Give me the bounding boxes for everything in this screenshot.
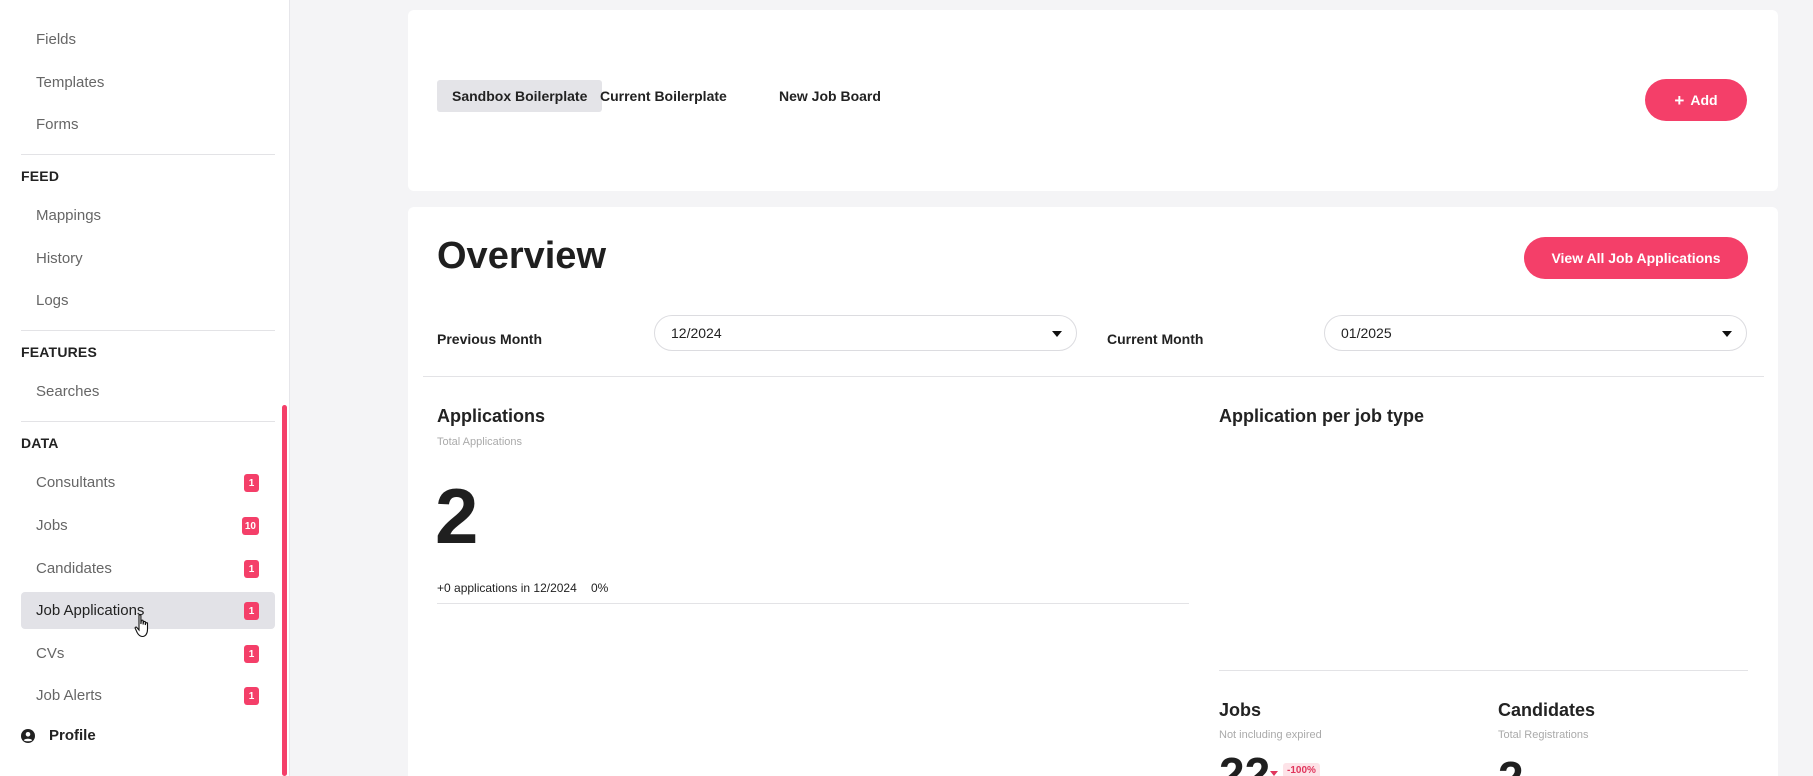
sidebar-divider	[21, 154, 275, 155]
sidebar-item-candidates[interactable]: Candidates 1	[21, 550, 275, 587]
previous-month-value: 12/2024	[671, 325, 722, 341]
tab-new-job-board[interactable]: New Job Board	[764, 80, 896, 112]
sidebar-item-label: Jobs	[36, 517, 68, 534]
sidebar-item-label: Job Alerts	[36, 687, 102, 704]
section-divider	[423, 376, 1764, 377]
page-title: Overview	[437, 235, 606, 277]
sidebar-item-fields[interactable]: Fields	[21, 21, 275, 58]
count-badge: 10	[241, 517, 259, 535]
current-month-select[interactable]: 01/2025	[1324, 315, 1747, 351]
trend-down-icon	[1270, 771, 1278, 776]
view-all-job-applications-button[interactable]: View All Job Applications	[1524, 237, 1748, 279]
previous-month-select[interactable]: 12/2024	[654, 315, 1077, 351]
job-type-divider	[1219, 670, 1748, 671]
sidebar-item-label: CVs	[36, 645, 65, 662]
candidates-count: 2	[1498, 755, 1524, 776]
sidebar-item-cvs[interactable]: CVs 1	[21, 635, 275, 672]
applications-change-text: +0 applications in 12/2024	[437, 581, 577, 595]
sidebar-item-label: Mappings	[36, 207, 102, 224]
sidebar: Fields Templates Forms FEED Mappings His…	[0, 0, 290, 776]
current-month-label: Current Month	[1107, 331, 1204, 347]
sidebar-item-templates[interactable]: Templates	[21, 64, 275, 101]
sidebar-item-job-alerts[interactable]: Job Alerts 1	[21, 677, 275, 714]
caret-down-icon	[1722, 331, 1732, 337]
hand-pointer-icon	[134, 614, 149, 638]
applications-divider	[437, 603, 1189, 604]
section-title-data: DATA	[21, 435, 59, 451]
applications-count: 2	[435, 472, 479, 560]
job-type-title: Application per job type	[1219, 406, 1425, 426]
sidebar-item-searches[interactable]: Searches	[21, 373, 275, 410]
sidebar-item-logs[interactable]: Logs	[21, 282, 275, 319]
applications-title: Applications	[437, 406, 546, 426]
sidebar-divider	[21, 330, 275, 331]
profile-link[interactable]: Profile	[21, 727, 96, 744]
candidates-title: Candidates	[1498, 700, 1596, 720]
sidebar-item-mappings[interactable]: Mappings	[21, 197, 275, 234]
count-badge: 1	[244, 560, 259, 578]
jobs-change-badge: -100%	[1283, 763, 1320, 776]
jobs-title: Jobs	[1219, 700, 1262, 720]
jobs-count: 22	[1219, 748, 1271, 776]
applications-subtitle: Total Applications	[437, 436, 522, 448]
section-title-features: FEATURES	[21, 344, 98, 360]
job-boards-card: Sandbox Boilerplate Current Boilerplate …	[408, 10, 1778, 191]
jobs-subtitle: Not including expired	[1219, 729, 1322, 741]
sidebar-item-consultants[interactable]: Consultants 1	[21, 464, 275, 501]
sidebar-item-label: Templates	[36, 74, 105, 91]
sidebar-item-label: Logs	[36, 292, 69, 309]
sidebar-item-jobs[interactable]: Jobs 10	[21, 507, 275, 544]
sidebar-item-label: Fields	[36, 31, 77, 48]
sidebar-item-label: Searches	[36, 383, 100, 400]
tab-current-boilerplate[interactable]: Current Boilerplate	[585, 80, 742, 112]
tab-sandbox-boilerplate[interactable]: Sandbox Boilerplate	[437, 80, 603, 112]
sidebar-divider	[21, 421, 275, 422]
user-circle-icon	[21, 728, 35, 743]
add-button-label: Add	[1690, 92, 1718, 108]
candidates-subtitle: Total Registrations	[1498, 729, 1589, 741]
sidebar-item-label: Forms	[36, 116, 79, 133]
overview-card: Overview View All Job Applications Previ…	[408, 207, 1778, 776]
count-badge: 1	[244, 687, 259, 705]
sidebar-item-label: History	[36, 250, 83, 267]
sidebar-item-history[interactable]: History	[21, 240, 275, 277]
current-month-value: 01/2025	[1341, 325, 1392, 341]
count-badge: 1	[244, 645, 259, 663]
count-badge: 1	[244, 602, 259, 620]
sidebar-item-label: Candidates	[36, 560, 112, 577]
caret-down-icon	[1052, 331, 1062, 337]
section-title-feed: FEED	[21, 168, 60, 184]
previous-month-label: Previous Month	[437, 331, 543, 347]
sidebar-item-label: Consultants	[36, 474, 116, 491]
count-badge: 1	[244, 474, 259, 492]
profile-label: Profile	[49, 727, 96, 744]
plus-icon: +	[1674, 90, 1685, 110]
sidebar-item-forms[interactable]: Forms	[21, 106, 275, 143]
add-board-button[interactable]: + Add	[1645, 79, 1747, 121]
applications-change-percent: 0%	[591, 581, 609, 595]
sidebar-scrollbar[interactable]	[282, 405, 287, 776]
sidebar-item-label: Job Applications	[36, 602, 145, 619]
